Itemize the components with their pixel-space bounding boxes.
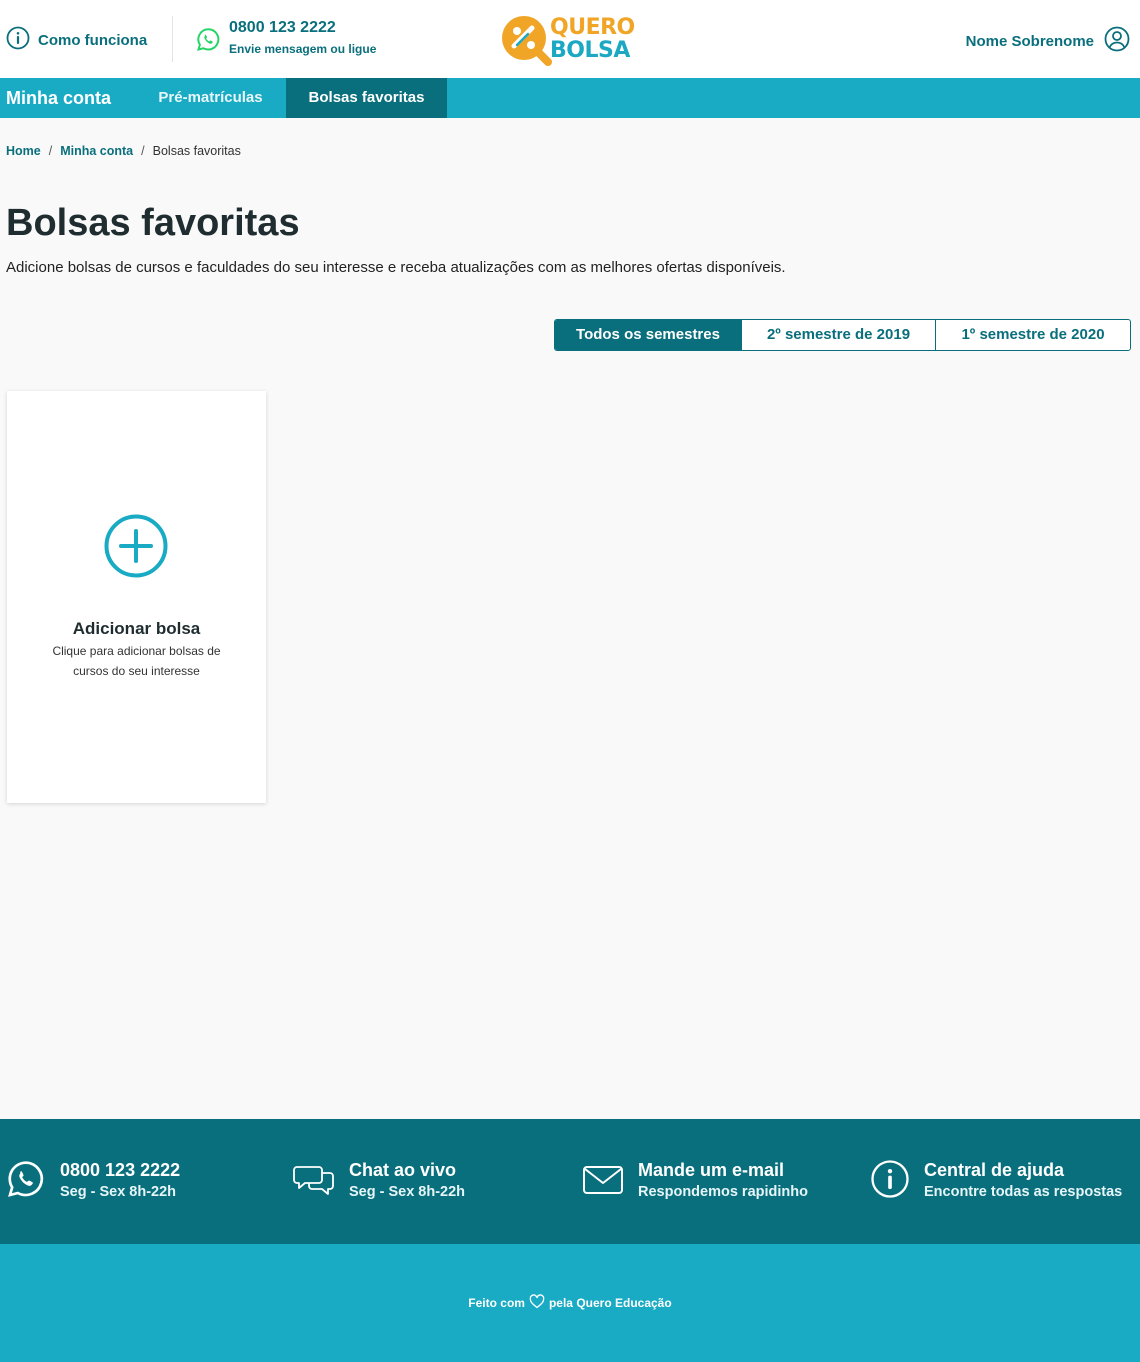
add-scholarship-card[interactable]: Adicionar bolsa Clique para adicionar bo… [7, 391, 266, 803]
info-icon [6, 26, 30, 55]
filter-2nd-semester-2019[interactable]: 2º semestre de 2019 [742, 320, 936, 350]
site-footer: Feito com pela Quero Educação [0, 1244, 1140, 1362]
made-prefix: Feito com [468, 1296, 525, 1310]
user-name: Nome Sobrenome [965, 33, 1094, 50]
add-card-description: Clique para adicionar bolsas de cursos d… [52, 644, 221, 678]
logo-mark-icon [502, 16, 552, 66]
account-nav: Minha conta Pré-matrículas Bolsas favori… [0, 78, 1140, 118]
nav-title: Minha conta [6, 88, 112, 108]
add-card-title: Adicionar bolsa [72, 619, 201, 638]
breadcrumb: Home / Minha conta / Bolsas favoritas [6, 144, 241, 158]
quero-bolsa-logo[interactable]: QUERO BOLSA [500, 14, 640, 66]
filter-all-semesters[interactable]: Todos os semestres [555, 320, 742, 350]
how-it-works-label: Como funciona [38, 32, 148, 49]
logo-line-1: QUERO [550, 15, 635, 40]
contact-phone-title: 0800 123 2222 [60, 1160, 181, 1180]
header-phone-sub: Envie mensagem ou ligue [229, 42, 377, 56]
contact-help-center[interactable]: Central de ajuda Encontre todas as respo… [870, 1159, 1122, 1204]
contact-email-sub: Respondemos rapidinho [638, 1184, 808, 1200]
whatsapp-icon [6, 1159, 46, 1204]
page-description: Adicione bolsas de cursos e faculdades d… [6, 259, 786, 276]
heart-icon [529, 1294, 545, 1312]
filter-1st-semester-2020[interactable]: 1º semestre de 2020 [936, 320, 1130, 350]
info-icon [870, 1159, 910, 1204]
contact-help-sub: Encontre todas as respostas [924, 1184, 1123, 1200]
contact-email[interactable]: Mande um e-mail Respondemos rapidinho [582, 1159, 808, 1204]
tab-pre-matriculas[interactable]: Pré-matrículas [135, 78, 286, 118]
contact-help-title: Central de ajuda [924, 1160, 1065, 1180]
site-header: Como funciona 0800 123 2222 Envie mensag… [0, 0, 1140, 78]
contact-chat-sub: Seg - Sex 8h-22h [349, 1184, 466, 1200]
breadcrumb-separator: / [141, 144, 145, 158]
logo-line-2: BOLSA [550, 38, 630, 63]
made-suffix: pela Quero Educação [548, 1296, 672, 1310]
contact-phone[interactable]: 0800 123 2222 Seg - Sex 8h-22h [6, 1159, 180, 1204]
mail-icon [582, 1159, 624, 1204]
user-avatar-icon [1104, 26, 1130, 57]
logo-text: QUERO BOLSA [550, 16, 635, 62]
add-circle-icon [104, 514, 168, 583]
whatsapp-icon [196, 27, 221, 57]
contact-chat[interactable]: Chat ao vivo Seg - Sex 8h-22h [293, 1159, 465, 1204]
breadcrumb-current: Bolsas favoritas [152, 144, 241, 158]
tab-bolsas-favoritas[interactable]: Bolsas favoritas [286, 78, 447, 118]
chat-icon [293, 1159, 335, 1204]
contact-band: 0800 123 2222 Seg - Sex 8h-22h Chat ao v… [0, 1119, 1140, 1244]
header-phone-number: 0800 123 2222 [229, 19, 336, 36]
phone-contact-link[interactable]: 0800 123 2222 Envie mensagem ou ligue [196, 18, 376, 57]
breadcrumb-minha-conta[interactable]: Minha conta [60, 144, 133, 158]
contact-phone-sub: Seg - Sex 8h-22h [60, 1184, 177, 1200]
contact-chat-title: Chat ao vivo [349, 1160, 457, 1180]
how-it-works-link[interactable]: Como funciona [6, 26, 147, 55]
breadcrumb-home[interactable]: Home [6, 144, 41, 158]
made-with-love: Feito com pela Quero Educação [0, 1294, 1140, 1312]
page-title: Bolsas favoritas [6, 202, 300, 244]
semester-filter: Todos os semestres 2º semestre de 2019 1… [554, 319, 1131, 351]
header-divider [172, 16, 173, 62]
breadcrumb-separator: / [48, 144, 53, 158]
contact-email-title: Mande um e-mail [638, 1160, 785, 1180]
user-menu[interactable]: Nome Sobrenome [966, 26, 1130, 57]
